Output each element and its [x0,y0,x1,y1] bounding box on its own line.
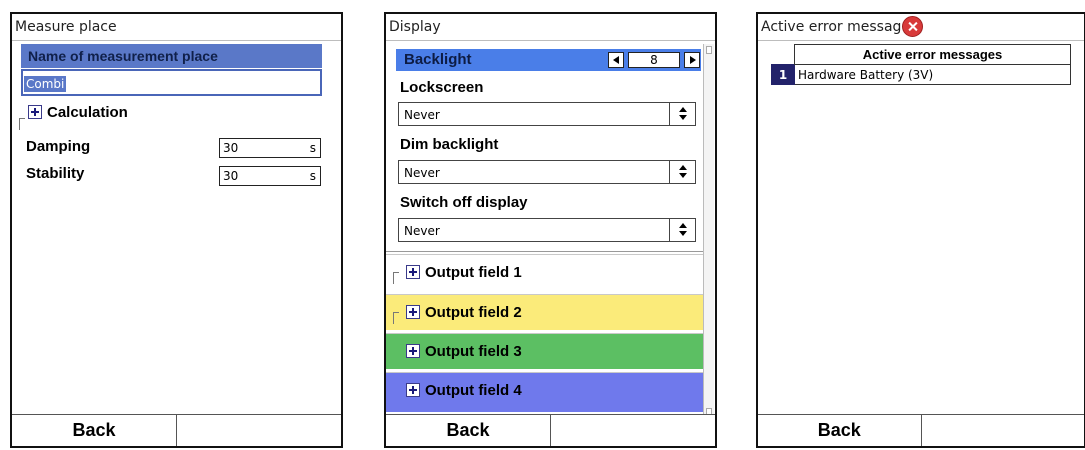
output-field-label: Output field 1 [425,264,522,281]
calculation-label: Calculation [47,104,128,121]
scroll-up-icon[interactable] [706,46,712,54]
name-input-value: Combi [24,76,67,92]
dim-backlight-label: Dim backlight [400,136,499,153]
output-field-4[interactable]: Output field 4 [386,372,704,412]
measurement-place-name-input[interactable]: Combi [21,69,322,96]
dim-backlight-select[interactable]: Never [398,160,696,184]
output-field-label: Output field 3 [425,343,522,360]
back-button[interactable]: Back [12,415,176,446]
output-field-3[interactable]: Output field 3 [386,333,704,369]
table-corner [771,44,795,65]
expand-plus-icon [406,305,420,319]
screen-title: Display [386,14,715,41]
tree-connector [393,272,399,284]
softkey-bar: Back [386,414,715,446]
switch-off-display-label: Switch off display [400,194,528,211]
measurement-place-name-header: Name of measurement place [21,44,322,68]
active-errors-screen: Active error messag Active error message… [756,12,1085,448]
calculation-expander[interactable]: Calculation [28,104,128,121]
updown-arrows-icon [669,103,695,125]
expand-plus-icon [28,105,42,119]
divider [386,251,704,252]
updown-arrows-icon [669,219,695,241]
stability-unit: s [309,169,316,183]
damping-unit: s [309,141,316,155]
softkey-right[interactable] [920,415,1084,446]
tree-connector [393,312,399,324]
lockscreen-label: Lockscreen [400,79,484,96]
table-row[interactable]: 1 Hardware Battery (3V) [771,64,1071,85]
damping-value: 30 [223,141,239,155]
switch-off-display-select[interactable]: Never [398,218,696,242]
softkey-right[interactable] [176,415,341,446]
tree-connector [19,118,25,130]
expand-plus-icon [406,383,420,397]
row-message: Hardware Battery (3V) [794,64,1071,85]
damping-field[interactable]: 30 s [219,138,321,158]
measure-place-screen: Measure place Name of measurement place … [10,12,343,448]
output-field-label: Output field 2 [425,304,522,321]
updown-arrows-icon [669,161,695,183]
backlight-value: 8 [628,52,680,68]
softkey-bar: Back [12,414,341,446]
stability-field[interactable]: 30 s [219,166,321,186]
dim-backlight-value: Never [404,166,440,180]
row-index: 1 [771,64,795,85]
display-screen: Display Backlight 8 Lockscreen Never Dim… [384,12,717,448]
decrease-arrow-icon[interactable] [608,52,624,68]
output-field-label: Output field 4 [425,382,522,399]
stability-label: Stability [26,165,85,182]
table-header: Active error messages [794,44,1071,65]
lockscreen-select[interactable]: Never [398,102,696,126]
scrollbar[interactable] [703,44,714,418]
switch-off-display-value: Never [404,224,440,238]
softkey-bar: Back [758,414,1084,446]
softkey-right[interactable] [550,415,715,446]
lockscreen-value: Never [404,108,440,122]
screen-title: Measure place [12,14,341,41]
expand-plus-icon [406,265,420,279]
back-button[interactable]: Back [386,415,550,446]
expand-plus-icon [406,344,420,358]
output-field-1[interactable]: Output field 1 [386,254,704,290]
backlight-label: Backlight [404,51,472,68]
increase-arrow-icon[interactable] [684,52,700,68]
backlight-row[interactable]: Backlight 8 [396,49,701,71]
back-button[interactable]: Back [758,415,921,446]
output-field-2[interactable]: Output field 2 [386,294,704,330]
damping-label: Damping [26,138,91,155]
error-close-icon[interactable] [902,16,923,37]
error-table: Active error messages 1 Hardware Battery… [771,44,1071,85]
stability-value: 30 [223,169,239,183]
